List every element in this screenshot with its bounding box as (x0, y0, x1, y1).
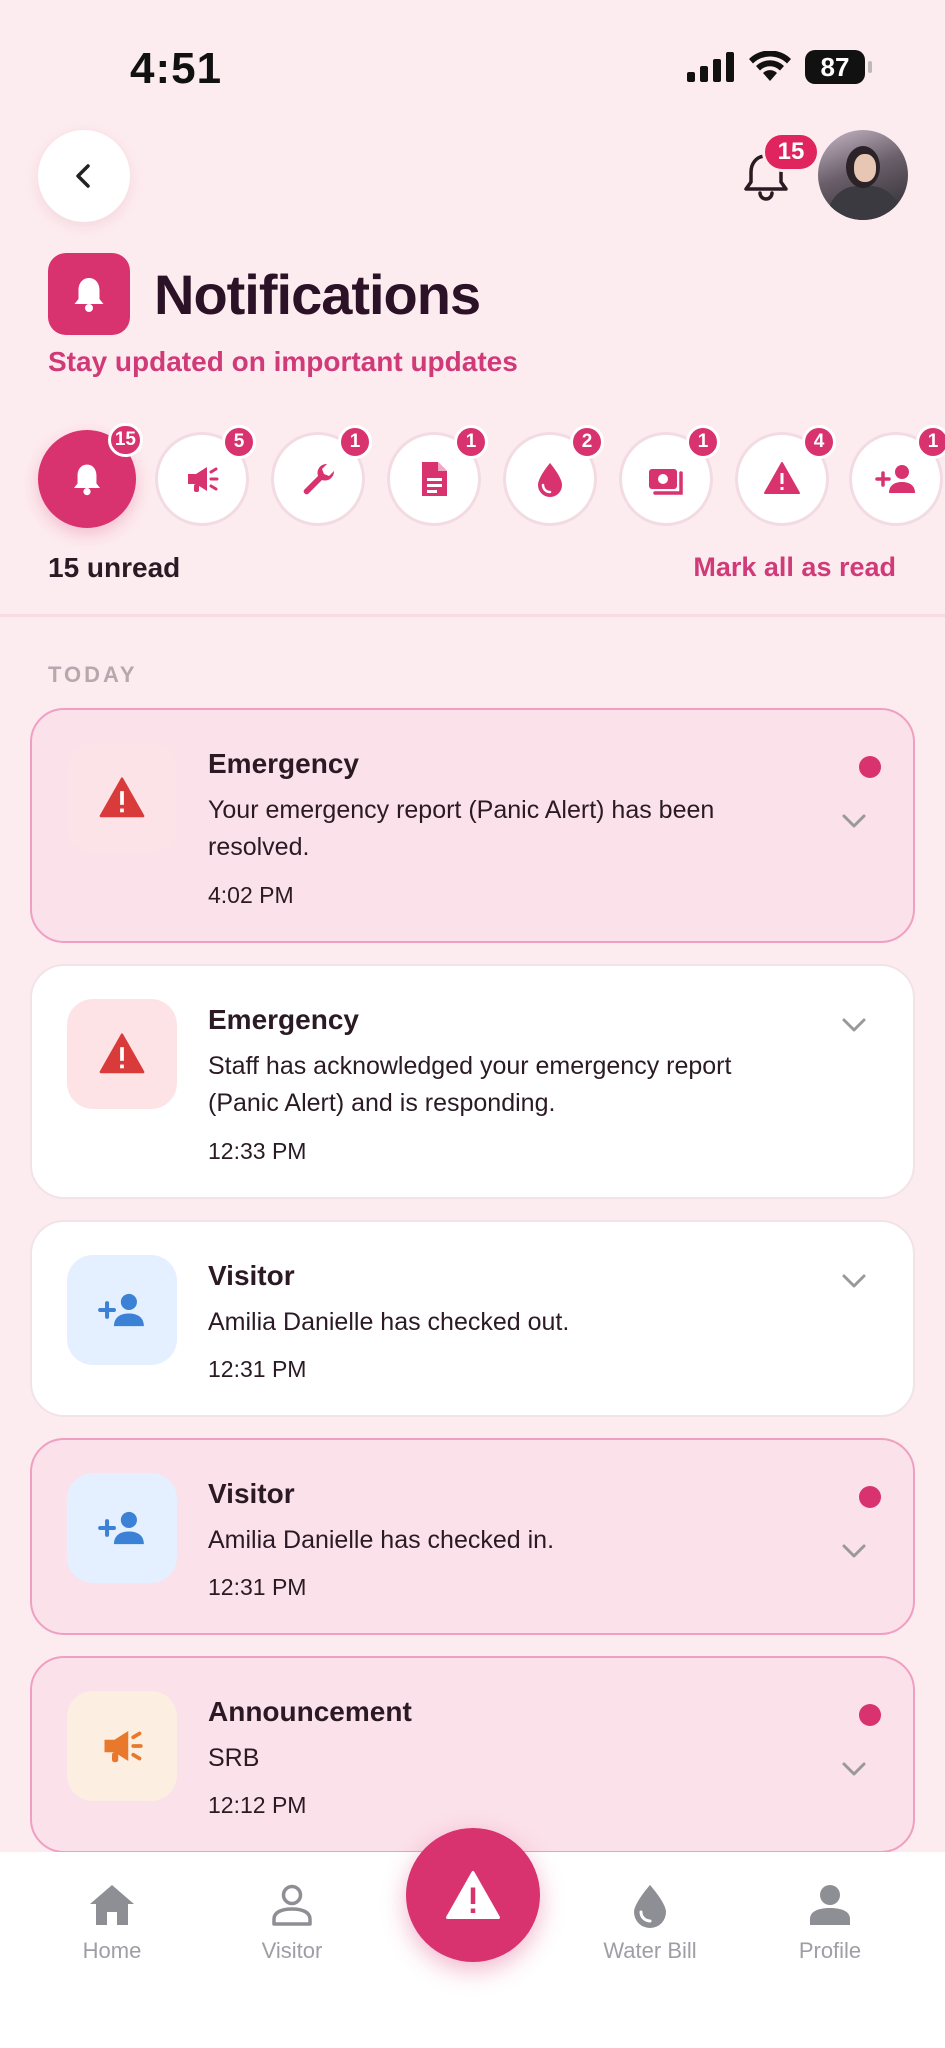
document-icon (422, 462, 447, 496)
unread-dot (859, 756, 881, 778)
notification-message: Staff has acknowledged your emergency re… (208, 1052, 732, 1117)
add-person-icon (98, 1293, 144, 1327)
category-filters: 15 5 1 1 2 1 4 1 (0, 423, 945, 538)
filter-count-badge: 2 (570, 425, 604, 459)
notification-type-icon (67, 1473, 177, 1583)
filter-emergency[interactable]: 4 (735, 425, 836, 526)
warning-icon (764, 462, 800, 494)
warning-icon (99, 777, 145, 818)
warning-icon (99, 1033, 145, 1074)
bell-icon (74, 278, 104, 312)
notification-message: Amilia Danielle has checked out. (208, 1308, 570, 1336)
water-drop-icon (634, 1885, 666, 1928)
water-drop-icon (538, 463, 562, 497)
unread-count: 15 unread (48, 552, 181, 583)
panic-alert-button[interactable] (406, 1828, 540, 1962)
notification-type-icon (67, 1691, 177, 1801)
add-person-icon (875, 465, 915, 493)
notification-type-icon (67, 1255, 177, 1365)
chevron-down-icon[interactable] (839, 1536, 869, 1566)
back-button[interactable] (38, 130, 130, 222)
page-subtitle: Stay updated on important updates (48, 346, 518, 377)
notification-title: Visitor (208, 1478, 295, 1509)
unread-dot (859, 1704, 881, 1726)
notification-title: Emergency (208, 1004, 359, 1035)
nav-label: Profile (798, 1938, 862, 1963)
section-today: TODAY (48, 662, 138, 687)
notification-time: 12:12 PM (208, 1792, 307, 1818)
notification-card[interactable]: Emergency Your emergency report (Panic A… (30, 708, 915, 943)
avatar[interactable] (818, 130, 908, 220)
notification-type-icon (67, 743, 177, 853)
filter-count-badge: 5 (222, 425, 256, 459)
notification-title: Announcement (208, 1696, 412, 1727)
nav-label: Visitor (261, 1938, 323, 1963)
filter-all[interactable]: 15 (38, 423, 143, 528)
home-icon (90, 1885, 134, 1925)
notification-card[interactable]: Announcement SRB 12:12 PM (30, 1656, 915, 1853)
nav-profile[interactable]: Profile (760, 1882, 900, 1964)
notification-title: Visitor (208, 1260, 295, 1291)
notification-card[interactable]: Visitor Amilia Danielle has checked out.… (30, 1220, 915, 1417)
unread-dot (859, 1486, 881, 1508)
filter-count-badge: 1 (338, 425, 372, 459)
status-icons: 87 (687, 50, 872, 84)
chevron-down-icon[interactable] (839, 806, 869, 836)
filter-announcement[interactable]: 5 (155, 425, 256, 526)
person-icon (810, 1885, 850, 1925)
page-title: Notifications (154, 263, 481, 326)
notification-count-badge: 15 (762, 132, 820, 172)
notification-time: 12:33 PM (208, 1138, 307, 1164)
nav-visitor[interactable]: Visitor (222, 1882, 362, 1964)
warning-icon (446, 1871, 500, 1919)
bill-icon (649, 469, 683, 495)
chevron-left-icon (76, 164, 90, 188)
notification-card[interactable]: Emergency Staff has acknowledged your em… (30, 964, 915, 1199)
status-time: 4:51 (130, 44, 223, 93)
chevron-down-icon[interactable] (839, 1266, 869, 1296)
status-bar: 4:51 87 (0, 0, 945, 130)
nav-label: Home (82, 1938, 142, 1963)
notification-message: SRB (208, 1744, 260, 1772)
filter-billing[interactable]: 1 (619, 425, 720, 526)
filter-count-badge: 4 (802, 425, 836, 459)
notification-time: 12:31 PM (208, 1356, 307, 1382)
filter-count-badge: 1 (916, 425, 945, 459)
notification-message: Your emergency report (Panic Alert) has … (208, 796, 715, 861)
nav-label: Water Bill (603, 1938, 697, 1963)
wifi-icon (749, 51, 791, 81)
notification-type-icon (67, 999, 177, 1109)
filter-count-badge: 15 (107, 423, 143, 457)
filter-maintenance[interactable]: 1 (271, 425, 372, 526)
notification-message: Amilia Danielle has checked in. (208, 1526, 555, 1554)
mark-all-read-link[interactable]: Mark all as read (693, 552, 896, 583)
filter-count-badge: 1 (686, 425, 720, 459)
notifications-title-icon (48, 253, 130, 335)
filter-count-badge: 1 (454, 425, 488, 459)
divider (0, 614, 945, 617)
nav-home[interactable]: Home (42, 1882, 182, 1964)
bell-icon (73, 464, 101, 496)
filter-visitor[interactable]: 1 (849, 425, 945, 526)
megaphone-icon (104, 1731, 143, 1763)
add-person-icon (98, 1511, 144, 1545)
filter-water[interactable]: 2 (503, 425, 604, 526)
nav-water-bill[interactable]: Water Bill (580, 1882, 720, 1964)
signal-icon (687, 52, 734, 82)
notification-card[interactable]: Visitor Amilia Danielle has checked in. … (30, 1438, 915, 1635)
battery-indicator: 87 (805, 50, 872, 84)
megaphone-icon (188, 467, 219, 492)
notification-time: 4:02 PM (208, 882, 294, 908)
chevron-down-icon[interactable] (839, 1010, 869, 1040)
notification-time: 12:31 PM (208, 1574, 307, 1600)
wrench-icon (303, 464, 335, 495)
filter-document[interactable]: 1 (387, 425, 488, 526)
chevron-down-icon[interactable] (839, 1754, 869, 1784)
notification-title: Emergency (208, 748, 359, 779)
person-outline-icon (272, 1884, 312, 1926)
